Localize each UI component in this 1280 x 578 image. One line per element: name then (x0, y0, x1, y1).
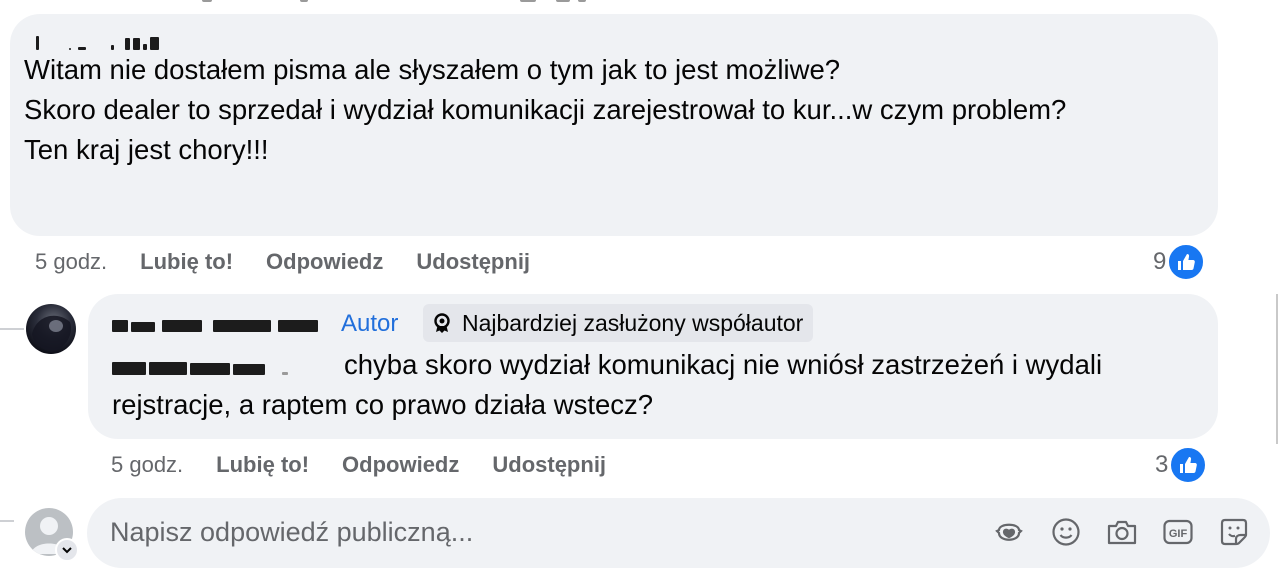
like-button[interactable]: Lubię to! (140, 249, 233, 275)
like-button[interactable]: Lubię to! (216, 452, 309, 478)
share-button[interactable]: Udostępnij (416, 249, 530, 275)
gif-icon[interactable]: GIF (1162, 516, 1194, 548)
reaction-summary[interactable]: 9 (1153, 243, 1206, 281)
top-contributor-badge[interactable]: Najbardziej zasłużony współautor (423, 304, 814, 342)
scrollbar[interactable] (1276, 294, 1278, 444)
like-icon (1169, 446, 1208, 484)
thread-line (0, 520, 14, 522)
comment-author-redacted[interactable] (112, 320, 318, 332)
sticker-icon[interactable] (1218, 516, 1250, 548)
avatar-sticker-icon[interactable] (993, 516, 1025, 548)
reaction-summary[interactable]: 3 (1155, 446, 1208, 484)
comment-actions: 5 godz. Lubię to! Odpowiedz Udostępnij (35, 249, 563, 275)
reply-button[interactable]: Odpowiedz (266, 249, 383, 275)
top-contributor-label: Najbardziej zasłużony współautor (462, 309, 804, 336)
comment-author-redacted[interactable] (36, 36, 159, 50)
previous-content-fragment (0, 0, 1280, 8)
emoji-icon[interactable] (1050, 516, 1082, 548)
avatar-dropdown-chevron-icon[interactable] (55, 538, 79, 562)
comment-text: chyba skoro wydział komunikacj nie wniós… (112, 349, 1103, 420)
reaction-count: 3 (1155, 451, 1169, 478)
reply-input[interactable]: Napisz odpowiedź publiczną... (110, 517, 473, 548)
top-contributor-icon (434, 313, 450, 333)
avatar[interactable] (26, 304, 76, 354)
comment-timestamp[interactable]: 5 godz. (35, 249, 107, 275)
comment-timestamp[interactable]: 5 godz. (111, 452, 183, 478)
reaction-count: 9 (1153, 248, 1167, 275)
author-badge: Autor (341, 310, 399, 337)
share-button[interactable]: Udostępnij (492, 452, 606, 478)
camera-icon[interactable] (1106, 516, 1138, 548)
comment-text: Witam nie dostałem pisma ale słyszałem o… (24, 54, 1067, 165)
like-icon (1167, 243, 1206, 281)
reply-button[interactable]: Odpowiedz (342, 452, 459, 478)
thread-line (0, 328, 24, 330)
comment-actions: 5 godz. Lubię to! Odpowiedz Udostępnij (111, 452, 639, 478)
svg-text:GIF: GIF (1169, 528, 1188, 540)
